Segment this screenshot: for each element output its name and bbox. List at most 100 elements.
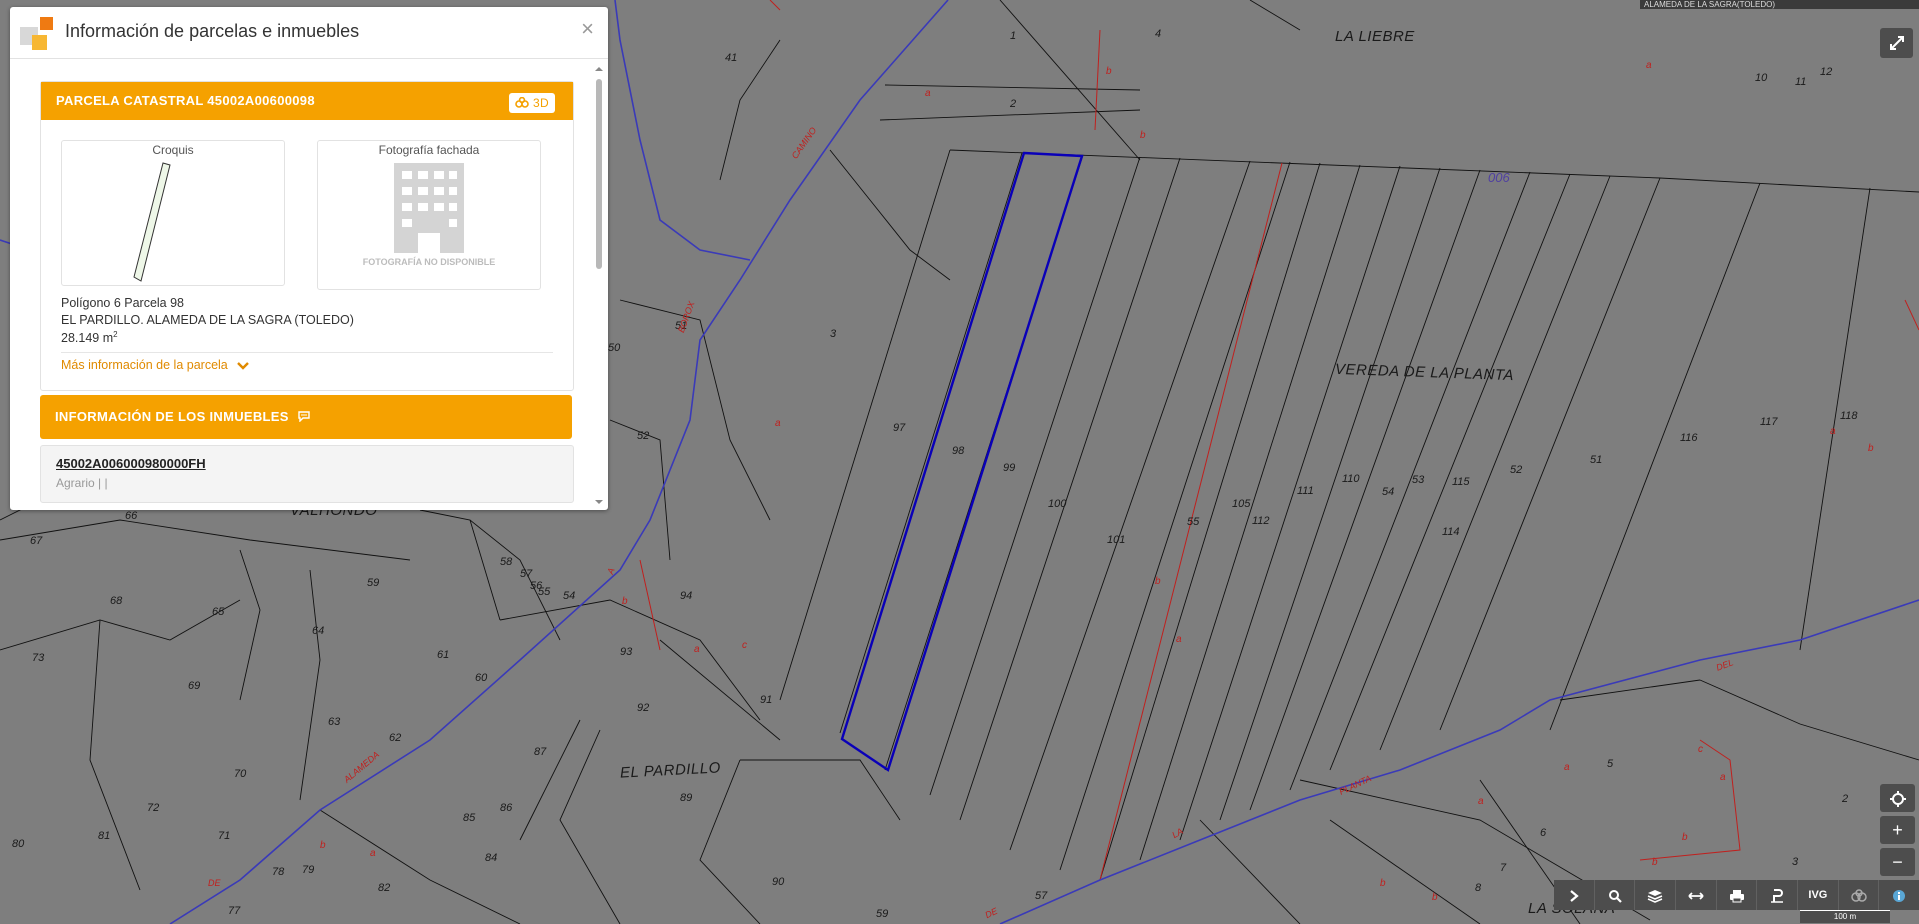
panel-body: PARCELA CATASTRAL 45002A00600098 3D Croq… bbox=[10, 59, 608, 510]
search-button[interactable] bbox=[1595, 880, 1636, 910]
3d-button-label: 3D bbox=[533, 96, 549, 110]
parcel-number: 61 bbox=[437, 649, 450, 661]
parcel-pin-button[interactable] bbox=[1757, 880, 1799, 910]
photo-unavailable-text: FOTOGRAFÍA NO DISPONIBLE bbox=[362, 257, 496, 267]
subparcel-letter: a bbox=[925, 88, 931, 99]
parcel-number: 111 bbox=[1297, 485, 1314, 497]
parcel-number: 81 bbox=[98, 830, 111, 842]
parcel-number: 84 bbox=[485, 852, 498, 864]
close-button[interactable]: × bbox=[581, 16, 594, 42]
print-button[interactable] bbox=[1717, 880, 1758, 910]
info-button[interactable] bbox=[1879, 880, 1919, 910]
parcel-number: 67 bbox=[30, 535, 43, 547]
polygon-code-label: 006 bbox=[1488, 170, 1510, 185]
inmuebles-header: INFORMACIÓN DE LOS INMUEBLES bbox=[40, 395, 572, 439]
parcel-number: 70 bbox=[234, 768, 247, 780]
divider bbox=[61, 352, 553, 353]
subparcel-letter: a bbox=[370, 848, 376, 859]
layers-button[interactable] bbox=[1635, 880, 1677, 910]
subparcel-letter: c bbox=[742, 640, 747, 651]
parcel-number: 5 bbox=[1607, 758, 1614, 770]
parcel-number: 71 bbox=[218, 830, 231, 842]
parcel-number: 41 bbox=[725, 52, 738, 64]
map-location-bar: ALAMEDA DE LA SAGRA(TOLEDO) bbox=[1640, 0, 1919, 9]
parcel-number: 3 bbox=[1792, 856, 1799, 868]
layers-icon bbox=[1647, 890, 1663, 904]
facade-photo-label: Fotografía fachada bbox=[378, 143, 480, 157]
parcel-number: 55 bbox=[1187, 516, 1200, 528]
more-info-link[interactable]: Más información de la parcela bbox=[61, 358, 250, 372]
parcel-location: EL PARDILLO. ALAMEDA DE LA SAGRA (TOLEDO… bbox=[61, 313, 354, 327]
parcel-number: 82 bbox=[378, 882, 391, 894]
map-toolbar: IVG bbox=[1554, 880, 1919, 910]
search-icon bbox=[1608, 890, 1622, 904]
3d-button[interactable]: 3D bbox=[509, 93, 555, 113]
parcel-card: PARCELA CATASTRAL 45002A00600098 3D Croq… bbox=[40, 81, 574, 391]
parcel-number: 12 bbox=[1820, 66, 1833, 78]
inmueble-use: Agrario | | bbox=[56, 476, 108, 490]
parcel-number: 93 bbox=[620, 646, 633, 658]
inmueble-reference-link[interactable]: 45002A006000980000FH bbox=[56, 456, 206, 471]
parcel-number: 51 bbox=[1590, 454, 1603, 466]
subparcel-letter: a bbox=[775, 418, 781, 429]
zoom-out-button[interactable]: − bbox=[1880, 848, 1915, 876]
parcel-number: 79 bbox=[302, 864, 315, 876]
parcel-number: 54 bbox=[1382, 486, 1395, 498]
locate-button[interactable] bbox=[1880, 784, 1915, 812]
subparcel-letter: c bbox=[1698, 744, 1703, 755]
parcel-number: 91 bbox=[760, 694, 773, 706]
parcel-number: 112 bbox=[1252, 515, 1270, 527]
subparcel-letter: a bbox=[1176, 634, 1182, 645]
3d-view-button[interactable] bbox=[1839, 880, 1880, 910]
parcel-number: 80 bbox=[12, 838, 25, 850]
parcel-number: 57 bbox=[520, 568, 533, 580]
3d-icon bbox=[1850, 889, 1867, 903]
scroll-down-icon[interactable] bbox=[594, 498, 604, 506]
parcel-number: 78 bbox=[272, 866, 285, 878]
scroll-up-icon[interactable] bbox=[594, 65, 604, 73]
parcel-number: 90 bbox=[772, 876, 785, 888]
parcel-sketch bbox=[133, 162, 171, 282]
parcel-number: 73 bbox=[32, 652, 45, 664]
parcel-number: 105 bbox=[1232, 498, 1251, 510]
inmuebles-card: INFORMACIÓN DE LOS INMUEBLES bbox=[40, 395, 572, 439]
parcel-number: 94 bbox=[680, 590, 693, 602]
parcel-number: 69 bbox=[188, 680, 201, 692]
subparcel-letter: a bbox=[1646, 60, 1652, 71]
measure-icon bbox=[1688, 892, 1704, 900]
expand-button[interactable] bbox=[1880, 28, 1913, 58]
parcel-area-unit-sup: 2 bbox=[113, 330, 118, 339]
scale-bar: 100 m bbox=[1800, 910, 1890, 923]
parcel-number: 99 bbox=[1003, 462, 1016, 474]
parcel-number: 63 bbox=[328, 716, 341, 728]
parcel-number: 60 bbox=[475, 672, 488, 684]
inmueble-row[interactable]: 45002A006000980000FH Agrario | | bbox=[40, 445, 574, 503]
panel-title: Información de parcelas e inmuebles bbox=[65, 21, 360, 41]
subparcel-letter: b bbox=[1155, 576, 1161, 587]
parcel-number: 117 bbox=[1760, 416, 1778, 428]
subparcel-letter: b bbox=[320, 840, 326, 851]
panel-scrollbar[interactable] bbox=[594, 59, 604, 510]
subparcel-letter: a bbox=[694, 644, 700, 655]
croquis-thumbnail[interactable]: Croquis bbox=[61, 140, 285, 286]
parcel-number: 66 bbox=[125, 510, 138, 522]
parcel-number: 87 bbox=[534, 746, 547, 758]
subparcel-letter: b bbox=[1682, 832, 1688, 843]
parcel-number: 59 bbox=[876, 908, 889, 920]
expand-icon bbox=[1889, 35, 1904, 50]
parcel-number: 53 bbox=[1412, 474, 1425, 486]
measure-button[interactable] bbox=[1676, 880, 1717, 910]
toolbar-toggle-button[interactable] bbox=[1554, 880, 1595, 910]
parcel-number: 114 bbox=[1442, 526, 1460, 538]
zoom-in-button[interactable]: + bbox=[1880, 816, 1915, 844]
parcel-number: 86 bbox=[500, 802, 513, 814]
parcel-number: 11 bbox=[1795, 76, 1807, 88]
ivg-button[interactable]: IVG bbox=[1798, 880, 1839, 910]
parcel-number: 89 bbox=[680, 792, 693, 804]
parcel-number: 52 bbox=[637, 430, 650, 442]
parcel-number: 59 bbox=[367, 577, 380, 589]
subparcel-letter: b bbox=[622, 596, 628, 607]
parcel-number: 115 bbox=[1452, 476, 1470, 488]
parcel-number: 101 bbox=[1107, 534, 1126, 546]
scrollbar-thumb[interactable] bbox=[596, 79, 602, 269]
